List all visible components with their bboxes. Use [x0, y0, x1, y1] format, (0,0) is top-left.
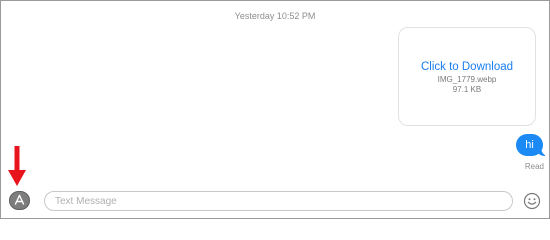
app-store-button[interactable] [9, 191, 30, 210]
attachment-card[interactable]: Click to Download IMG_1779.webp 97.1 KB [398, 27, 536, 126]
message-input[interactable] [44, 191, 513, 211]
download-link[interactable]: Click to Download [399, 61, 535, 73]
attachment-file-size: 97.1 KB [452, 85, 482, 94]
red-arrow-icon [8, 146, 26, 186]
app-store-icon [14, 194, 25, 205]
sent-message-bubble[interactable]: hi [516, 134, 543, 156]
attachment-file-name: IMG_1779.webp [437, 75, 497, 84]
emoji-icon[interactable] [523, 192, 541, 210]
read-receipt: Read [524, 162, 544, 171]
conversation-timestamp: Yesterday 10:52 PM [234, 11, 316, 21]
